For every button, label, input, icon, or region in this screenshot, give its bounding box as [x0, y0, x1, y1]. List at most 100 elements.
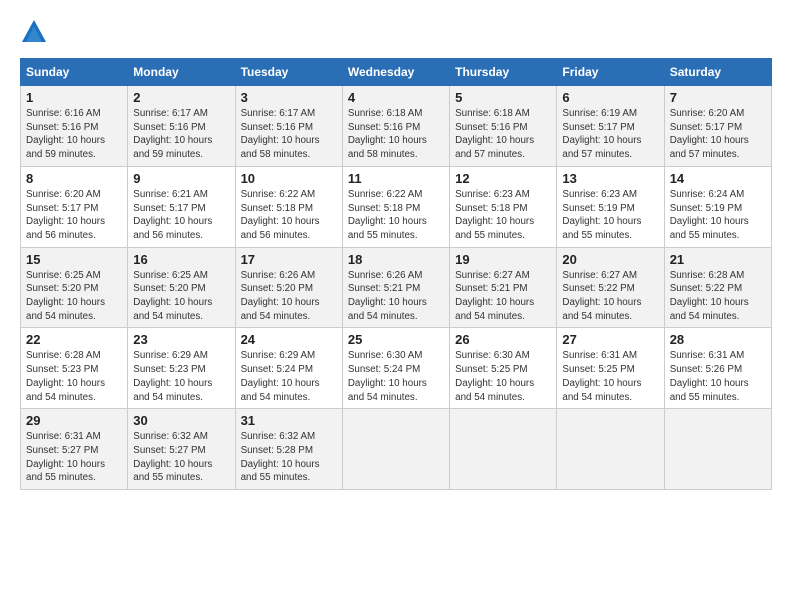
logo: [20, 18, 52, 46]
calendar-cell: 18 Sunrise: 6:26 AM Sunset: 5:21 PM Dayli…: [342, 247, 449, 328]
calendar-cell: 3 Sunrise: 6:17 AM Sunset: 5:16 PM Daylig…: [235, 86, 342, 167]
day-number: 28: [670, 332, 766, 347]
day-info: Sunrise: 6:32 AM Sunset: 5:28 PM Dayligh…: [241, 430, 337, 485]
day-number: 24: [241, 332, 337, 347]
calendar-cell: 22 Sunrise: 6:28 AM Sunset: 5:23 PM Dayli…: [21, 328, 128, 409]
calendar-week-3: 15 Sunrise: 6:25 AM Sunset: 5:20 PM Dayli…: [21, 247, 772, 328]
header-day-saturday: Saturday: [664, 59, 771, 86]
calendar-week-4: 22 Sunrise: 6:28 AM Sunset: 5:23 PM Dayli…: [21, 328, 772, 409]
day-number: 2: [133, 90, 229, 105]
calendar-cell: 31 Sunrise: 6:32 AM Sunset: 5:28 PM Dayli…: [235, 409, 342, 490]
day-number: 30: [133, 413, 229, 428]
day-info: Sunrise: 6:22 AM Sunset: 5:18 PM Dayligh…: [241, 188, 337, 243]
day-number: 9: [133, 171, 229, 186]
day-number: 23: [133, 332, 229, 347]
header: [20, 18, 772, 46]
calendar-cell: 28 Sunrise: 6:31 AM Sunset: 5:26 PM Dayli…: [664, 328, 771, 409]
calendar-cell: 9 Sunrise: 6:21 AM Sunset: 5:17 PM Daylig…: [128, 166, 235, 247]
calendar-cell: 16 Sunrise: 6:25 AM Sunset: 5:20 PM Dayli…: [128, 247, 235, 328]
day-number: 22: [26, 332, 122, 347]
day-info: Sunrise: 6:31 AM Sunset: 5:25 PM Dayligh…: [562, 349, 658, 404]
day-info: Sunrise: 6:25 AM Sunset: 5:20 PM Dayligh…: [26, 269, 122, 324]
day-number: 20: [562, 252, 658, 267]
day-info: Sunrise: 6:17 AM Sunset: 5:16 PM Dayligh…: [133, 107, 229, 162]
calendar-cell: [557, 409, 664, 490]
day-number: 31: [241, 413, 337, 428]
calendar-cell: 26 Sunrise: 6:30 AM Sunset: 5:25 PM Dayli…: [450, 328, 557, 409]
day-number: 26: [455, 332, 551, 347]
calendar-cell: 6 Sunrise: 6:19 AM Sunset: 5:17 PM Daylig…: [557, 86, 664, 167]
day-info: Sunrise: 6:28 AM Sunset: 5:22 PM Dayligh…: [670, 269, 766, 324]
header-day-wednesday: Wednesday: [342, 59, 449, 86]
day-number: 5: [455, 90, 551, 105]
day-info: Sunrise: 6:25 AM Sunset: 5:20 PM Dayligh…: [133, 269, 229, 324]
day-number: 4: [348, 90, 444, 105]
header-day-sunday: Sunday: [21, 59, 128, 86]
day-number: 8: [26, 171, 122, 186]
day-info: Sunrise: 6:28 AM Sunset: 5:23 PM Dayligh…: [26, 349, 122, 404]
day-info: Sunrise: 6:24 AM Sunset: 5:19 PM Dayligh…: [670, 188, 766, 243]
day-info: Sunrise: 6:31 AM Sunset: 5:26 PM Dayligh…: [670, 349, 766, 404]
day-number: 16: [133, 252, 229, 267]
day-number: 7: [670, 90, 766, 105]
calendar-cell: [664, 409, 771, 490]
day-number: 10: [241, 171, 337, 186]
logo-icon: [20, 18, 48, 46]
day-number: 6: [562, 90, 658, 105]
calendar-cell: 12Sunrise: 6:23 AM Sunset: 5:18 PM Dayli…: [450, 166, 557, 247]
calendar-cell: 24 Sunrise: 6:29 AM Sunset: 5:24 PM Dayli…: [235, 328, 342, 409]
day-info: Sunrise: 6:32 AM Sunset: 5:27 PM Dayligh…: [133, 430, 229, 485]
calendar-cell: 11 Sunrise: 6:22 AM Sunset: 5:18 PM Dayli…: [342, 166, 449, 247]
calendar-cell: 21 Sunrise: 6:28 AM Sunset: 5:22 PM Dayli…: [664, 247, 771, 328]
day-number: 25: [348, 332, 444, 347]
day-number: 27: [562, 332, 658, 347]
calendar-cell: [450, 409, 557, 490]
day-number: 11: [348, 171, 444, 186]
day-info: Sunrise: 6:30 AM Sunset: 5:24 PM Dayligh…: [348, 349, 444, 404]
day-number: 19: [455, 252, 551, 267]
day-info: Sunrise: 6:26 AM Sunset: 5:21 PM Dayligh…: [348, 269, 444, 324]
day-info: Sunrise: 6:29 AM Sunset: 5:23 PM Dayligh…: [133, 349, 229, 404]
day-info: Sunrise: 6:18 AM Sunset: 5:16 PM Dayligh…: [455, 107, 551, 162]
day-number: 12: [455, 171, 551, 186]
day-info: Sunrise: 6:18 AM Sunset: 5:16 PM Dayligh…: [348, 107, 444, 162]
calendar-cell: 29Sunrise: 6:31 AM Sunset: 5:27 PM Dayli…: [21, 409, 128, 490]
calendar-cell: 27 Sunrise: 6:31 AM Sunset: 5:25 PM Dayli…: [557, 328, 664, 409]
header-day-tuesday: Tuesday: [235, 59, 342, 86]
calendar-cell: 7 Sunrise: 6:20 AM Sunset: 5:17 PM Daylig…: [664, 86, 771, 167]
calendar-week-2: 8 Sunrise: 6:20 AM Sunset: 5:17 PM Daylig…: [21, 166, 772, 247]
day-info: Sunrise: 6:31 AM Sunset: 5:27 PM Dayligh…: [26, 430, 122, 485]
calendar-cell: 2 Sunrise: 6:17 AM Sunset: 5:16 PM Daylig…: [128, 86, 235, 167]
calendar-cell: 14Sunrise: 6:24 AM Sunset: 5:19 PM Dayli…: [664, 166, 771, 247]
day-number: 21: [670, 252, 766, 267]
calendar-cell: 4 Sunrise: 6:18 AM Sunset: 5:16 PM Daylig…: [342, 86, 449, 167]
day-info: Sunrise: 6:22 AM Sunset: 5:18 PM Dayligh…: [348, 188, 444, 243]
header-day-thursday: Thursday: [450, 59, 557, 86]
calendar-cell: 1Sunrise: 6:16 AM Sunset: 5:16 PM Daylig…: [21, 86, 128, 167]
day-info: Sunrise: 6:20 AM Sunset: 5:17 PM Dayligh…: [670, 107, 766, 162]
header-row: SundayMondayTuesdayWednesdayThursdayFrid…: [21, 59, 772, 86]
day-info: Sunrise: 6:29 AM Sunset: 5:24 PM Dayligh…: [241, 349, 337, 404]
day-number: 15: [26, 252, 122, 267]
day-info: Sunrise: 6:20 AM Sunset: 5:17 PM Dayligh…: [26, 188, 122, 243]
day-info: Sunrise: 6:19 AM Sunset: 5:17 PM Dayligh…: [562, 107, 658, 162]
calendar-table: SundayMondayTuesdayWednesdayThursdayFrid…: [20, 58, 772, 490]
calendar-cell: 8 Sunrise: 6:20 AM Sunset: 5:17 PM Daylig…: [21, 166, 128, 247]
calendar-cell: 5 Sunrise: 6:18 AM Sunset: 5:16 PM Daylig…: [450, 86, 557, 167]
calendar-cell: 20 Sunrise: 6:27 AM Sunset: 5:22 PM Dayli…: [557, 247, 664, 328]
day-info: Sunrise: 6:21 AM Sunset: 5:17 PM Dayligh…: [133, 188, 229, 243]
calendar-cell: 15 Sunrise: 6:25 AM Sunset: 5:20 PM Dayli…: [21, 247, 128, 328]
calendar-cell: 13Sunrise: 6:23 AM Sunset: 5:19 PM Dayli…: [557, 166, 664, 247]
day-number: 1: [26, 90, 122, 105]
calendar-cell: 19 Sunrise: 6:27 AM Sunset: 5:21 PM Dayli…: [450, 247, 557, 328]
day-number: 3: [241, 90, 337, 105]
day-info: Sunrise: 6:17 AM Sunset: 5:16 PM Dayligh…: [241, 107, 337, 162]
day-info: Sunrise: 6:23 AM Sunset: 5:19 PM Dayligh…: [562, 188, 658, 243]
day-number: 18: [348, 252, 444, 267]
calendar-cell: 25 Sunrise: 6:30 AM Sunset: 5:24 PM Dayli…: [342, 328, 449, 409]
day-info: Sunrise: 6:27 AM Sunset: 5:21 PM Dayligh…: [455, 269, 551, 324]
day-info: Sunrise: 6:30 AM Sunset: 5:25 PM Dayligh…: [455, 349, 551, 404]
calendar-week-1: 1Sunrise: 6:16 AM Sunset: 5:16 PM Daylig…: [21, 86, 772, 167]
day-number: 17: [241, 252, 337, 267]
day-info: Sunrise: 6:27 AM Sunset: 5:22 PM Dayligh…: [562, 269, 658, 324]
